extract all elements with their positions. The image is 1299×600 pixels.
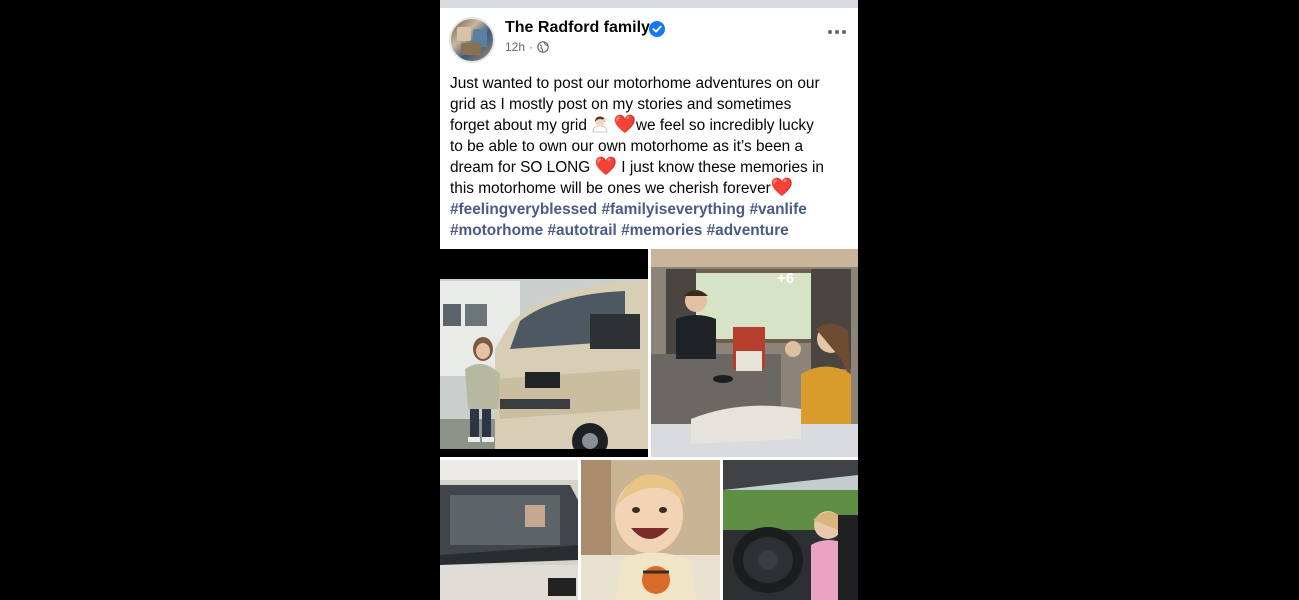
globe-icon — [537, 41, 549, 53]
hashtag-link[interactable]: #vanlife — [749, 201, 806, 218]
verified-badge-icon — [649, 21, 665, 37]
post-text: Just wanted to post our motorhome advent… — [450, 73, 852, 241]
text-line: Just wanted to post our motorhome advent… — [450, 75, 820, 92]
text-line: to be able to own our own motorhome as i… — [450, 138, 804, 155]
hashtag-line: #motorhome #autotrail #memories #adventu… — [450, 220, 852, 241]
more-options-icon[interactable] — [828, 24, 850, 40]
post-card: The Radford family 12h · Just wanted to … — [440, 0, 858, 600]
photo-motorhome-front[interactable] — [440, 460, 578, 600]
photo-grid — [440, 249, 858, 600]
photo-child-driving[interactable] — [723, 460, 858, 600]
hashtag-link[interactable]: #familyiseverything — [601, 201, 745, 218]
more-photos-count[interactable]: +6 — [777, 270, 794, 287]
meta-separator: · — [529, 40, 534, 54]
red-heart-emoji: ❤️ — [770, 177, 794, 197]
red-heart-emoji: ❤️ — [594, 156, 617, 176]
hashtag-link[interactable]: #feelingveryblessed — [450, 201, 597, 218]
top-divider — [440, 0, 858, 8]
text-line: grid as I mostly post on my stories and … — [450, 96, 792, 113]
text-line: forget about my grid ❤️we feel so incred… — [450, 114, 814, 134]
hashtag-link[interactable]: #memories — [621, 222, 702, 239]
hashtag-link[interactable]: #motorhome — [450, 222, 543, 239]
post-time[interactable]: 12h — [505, 40, 525, 54]
photo-kids-table[interactable] — [651, 249, 858, 457]
hashtag-link[interactable]: #autotrail — [548, 222, 617, 239]
woman-facepalming-emoji — [592, 116, 608, 133]
post-meta: 12h · — [505, 40, 549, 54]
hashtag-line: #feelingveryblessed #familyiseverything … — [450, 199, 852, 220]
text-line: this motorhome will be ones we cherish f… — [450, 177, 794, 197]
profile-avatar[interactable] — [449, 17, 495, 63]
text-line: dream for SO LONG ❤️ I just know these m… — [450, 156, 824, 176]
author-name[interactable]: The Radford family — [505, 19, 650, 37]
photo-motorhome-hug[interactable] — [440, 249, 648, 457]
photo-smiling-baby[interactable] — [581, 460, 720, 600]
red-heart-emoji: ❤️ — [613, 114, 636, 134]
hashtag-link[interactable]: #adventure — [707, 222, 789, 239]
